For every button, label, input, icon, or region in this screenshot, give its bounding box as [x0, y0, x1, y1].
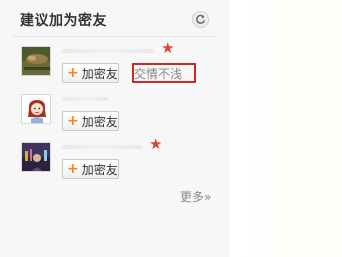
- avatar[interactable]: [21, 46, 51, 76]
- avatar[interactable]: [21, 142, 51, 172]
- add-friend-label: 加密友: [81, 162, 118, 177]
- username-redacted: [62, 97, 108, 101]
- add-friend-button[interactable]: + 加密友: [62, 63, 119, 83]
- header-divider: [12, 36, 218, 37]
- plus-icon: +: [67, 161, 79, 177]
- add-friend-label: 加密友: [81, 114, 118, 129]
- plus-icon: +: [67, 65, 79, 81]
- highlight-box: [132, 63, 196, 83]
- panel-header: 建议加为密友: [0, 0, 230, 36]
- add-friend-button[interactable]: + 加密友: [62, 159, 119, 179]
- add-friend-label: 加密友: [81, 66, 118, 81]
- plus-icon: +: [67, 113, 79, 129]
- friend-suggestion-panel: 建议加为密友 ★ + 加密友 交情不浅 + 加密友 ★ + 加密友 更多»: [0, 0, 230, 257]
- username-redacted: [62, 145, 142, 149]
- suggestion-item: ★ + 加密友 交情不浅: [0, 41, 230, 94]
- avatar[interactable]: [21, 94, 51, 124]
- add-friend-button[interactable]: + 加密友: [62, 111, 119, 131]
- username-redacted: [62, 49, 154, 53]
- more-link[interactable]: 更多»: [180, 188, 211, 205]
- panel-title: 建议加为密友: [20, 13, 107, 29]
- suggestion-item: ★ + 加密友: [0, 137, 230, 190]
- suggestion-item: + 加密友: [0, 94, 230, 142]
- star-icon: ★: [161, 39, 175, 57]
- star-icon: ★: [149, 135, 163, 153]
- page-background: [230, 0, 342, 257]
- refresh-icon[interactable]: [192, 11, 209, 28]
